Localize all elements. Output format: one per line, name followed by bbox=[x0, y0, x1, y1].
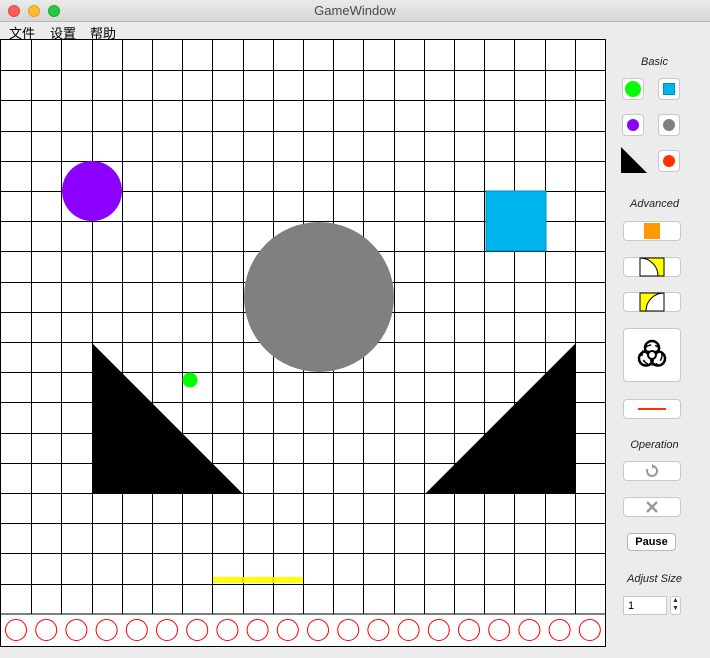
game-window: GameWindow 文件 设置 帮助 Basic Advanced Opera… bbox=[0, 0, 710, 658]
title-bar: GameWindow bbox=[0, 0, 710, 22]
purple-circle-icon bbox=[627, 119, 639, 131]
biohazard-icon bbox=[637, 339, 667, 367]
left-triangle[interactable] bbox=[92, 343, 242, 493]
gray-circle-tool-button[interactable] bbox=[658, 114, 680, 136]
advanced-label: Advanced bbox=[630, 198, 679, 210]
curved-track-right-tool-button[interactable] bbox=[623, 257, 681, 277]
bottom-hole bbox=[156, 619, 178, 641]
game-board[interactable] bbox=[0, 39, 606, 647]
pause-button[interactable]: Pause bbox=[627, 533, 676, 551]
bottom-hole bbox=[186, 619, 209, 641]
black-triangle-icon bbox=[621, 147, 647, 173]
purple-circle[interactable] bbox=[62, 161, 122, 221]
orange-square-icon bbox=[644, 223, 660, 239]
purple-circle-tool-button[interactable] bbox=[622, 114, 644, 136]
bottom-hole bbox=[65, 619, 88, 641]
yellow-paddle[interactable] bbox=[213, 577, 303, 583]
triangle-tool-button[interactable] bbox=[621, 147, 647, 173]
curved-track-right-icon bbox=[639, 257, 665, 277]
bottom-hole bbox=[397, 619, 420, 641]
red-line-icon bbox=[638, 408, 666, 410]
bottom-hole-row bbox=[5, 619, 601, 641]
right-triangle[interactable] bbox=[426, 343, 576, 493]
bottom-hole bbox=[216, 619, 239, 641]
green-circle-tool-button[interactable] bbox=[622, 78, 644, 100]
board-canvas[interactable] bbox=[1, 40, 606, 647]
bottom-hole bbox=[518, 619, 541, 641]
green-ball[interactable] bbox=[182, 372, 198, 388]
orange-block-tool-button[interactable] bbox=[623, 221, 681, 241]
curved-track-left-icon bbox=[639, 292, 665, 312]
gray-circle[interactable] bbox=[244, 222, 394, 372]
bottom-hole bbox=[35, 619, 58, 641]
bottom-hole bbox=[578, 619, 601, 641]
blue-square-icon bbox=[663, 83, 675, 95]
bottom-hole bbox=[5, 619, 27, 641]
size-input[interactable] bbox=[623, 596, 667, 615]
size-stepper[interactable]: ▲ ▼ bbox=[670, 596, 681, 615]
red-circle-icon bbox=[663, 155, 675, 167]
bottom-hole bbox=[427, 619, 450, 641]
green-circle-icon bbox=[625, 81, 641, 97]
gray-circle-icon bbox=[663, 119, 675, 131]
bottom-hole bbox=[488, 619, 511, 641]
rotate-button[interactable] bbox=[623, 461, 681, 481]
bottom-hole bbox=[548, 619, 571, 641]
bottom-hole bbox=[276, 619, 299, 641]
delete-button[interactable] bbox=[623, 497, 681, 517]
close-icon bbox=[646, 501, 658, 513]
bottom-hole bbox=[367, 619, 390, 641]
bottom-hole bbox=[337, 619, 360, 641]
bottom-hole bbox=[95, 619, 118, 641]
blue-square[interactable] bbox=[485, 190, 547, 252]
window-title: GameWindow bbox=[314, 3, 396, 18]
adjust-size-label: Adjust Size bbox=[626, 573, 683, 585]
bottom-hole bbox=[307, 619, 329, 641]
bottom-hole bbox=[246, 619, 269, 641]
paddle-tool-button[interactable] bbox=[623, 399, 681, 419]
biohazard-tool-button[interactable] bbox=[623, 328, 681, 382]
blue-square-tool-button[interactable] bbox=[658, 78, 680, 100]
bottom-hole bbox=[125, 619, 148, 641]
rotate-icon bbox=[646, 464, 659, 477]
chevron-up-icon[interactable]: ▲ bbox=[671, 597, 680, 605]
red-circle-tool-button[interactable] bbox=[658, 150, 680, 172]
basic-label: Basic bbox=[641, 56, 668, 68]
operation-label: Operation bbox=[630, 439, 679, 451]
curved-track-left-tool-button[interactable] bbox=[623, 292, 681, 312]
menu-bar: 文件 设置 帮助 bbox=[0, 22, 710, 41]
tool-panel: Basic Advanced Operation Pause Adjust Si… bbox=[607, 40, 710, 658]
chevron-down-icon[interactable]: ▼ bbox=[671, 605, 680, 613]
bottom-hole bbox=[458, 619, 480, 641]
